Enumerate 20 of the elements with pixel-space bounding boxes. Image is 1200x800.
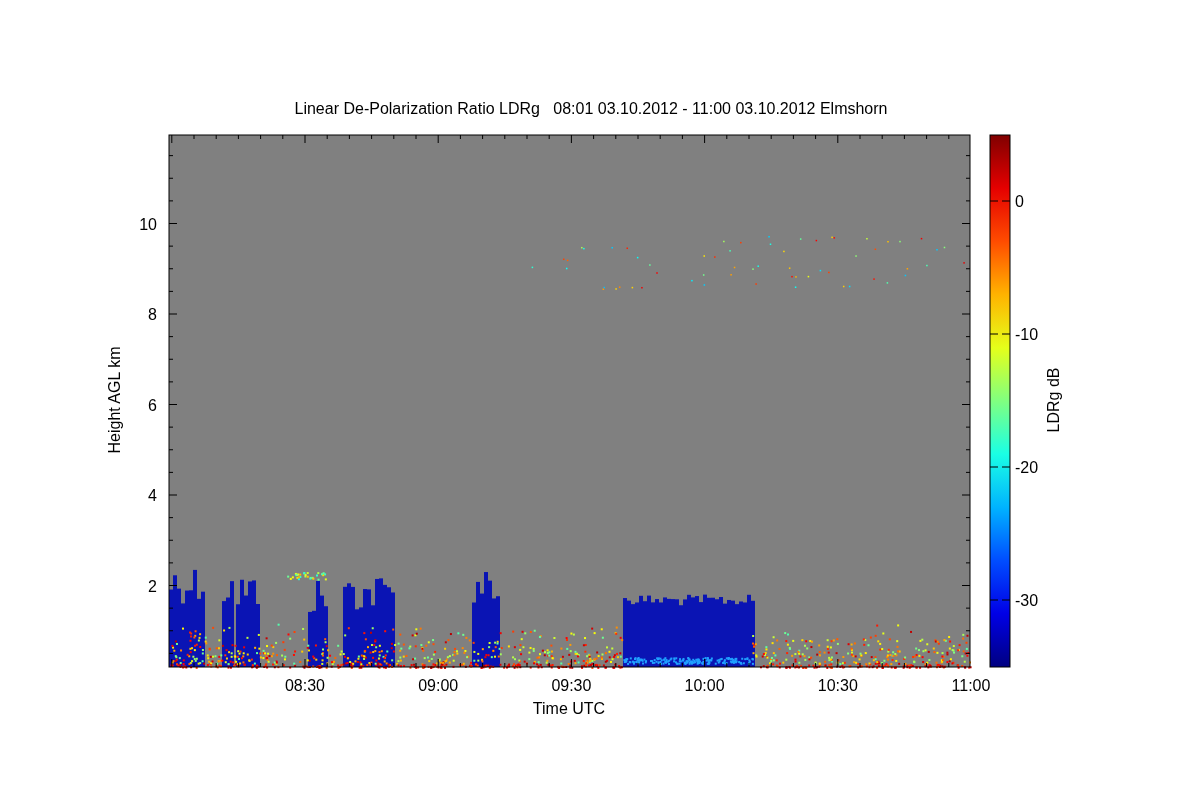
y-tick-label: 6: [148, 396, 157, 414]
colorbar-tick-label: -10: [1015, 326, 1039, 343]
x-tick-label: 10:00: [684, 677, 725, 694]
x-tick-label: 09:00: [418, 677, 459, 694]
x-tick-label: 09:30: [551, 677, 592, 694]
y-tick-label: 4: [148, 487, 157, 504]
x-axis-title: Time UTC: [532, 700, 606, 717]
chart-title: Linear De-Polarization Ratio LDRg 08:01 03.10.2012 - 11:00 03.10.2012 Elmshorn: [294, 100, 888, 117]
x-tick-label: 08:30: [285, 677, 325, 694]
colorbar-title: LDRg dB: [1045, 367, 1062, 433]
y-axis-title: Height AGL km: [106, 346, 123, 454]
x-tick-label: 11:00: [951, 677, 991, 694]
y-tick-label: 2: [148, 577, 157, 595]
y-tick-label: 8: [148, 306, 157, 323]
cloud-speckle-group: [287, 572, 327, 581]
colorbar-tick-label: 0: [1015, 193, 1024, 210]
colorbar-tick-label: -20: [1015, 459, 1039, 476]
colorbar-tick-label: -30: [1015, 592, 1039, 609]
x-tick-label: 10:30: [817, 677, 858, 694]
y-tick-label: 10: [139, 215, 157, 233]
